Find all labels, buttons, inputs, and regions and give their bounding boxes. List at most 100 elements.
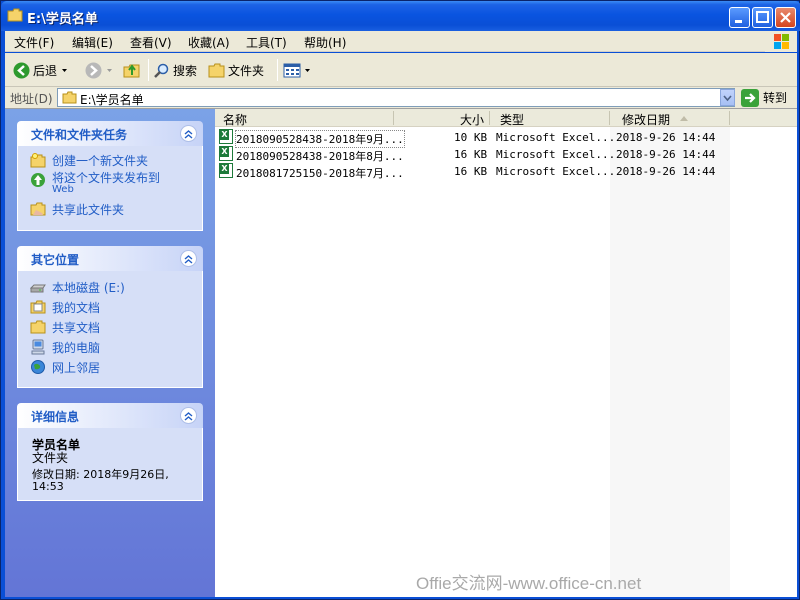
task-label: 创建一个新文件夹 (52, 154, 149, 168)
network-icon (31, 360, 45, 374)
dropdown-arrow-icon (107, 68, 112, 72)
task-publish-web[interactable]: 将这个文件夹发布到 Web (30, 172, 160, 196)
excel-file-icon (219, 163, 233, 178)
up-folder-button[interactable] (123, 60, 141, 80)
collapse-chevron-icon[interactable] (180, 407, 197, 424)
search-icon (154, 63, 169, 78)
place-label: 我的文档 (52, 301, 101, 315)
excel-file-icon (219, 146, 233, 161)
file-name: 2018081725150-2018年7月... (236, 167, 404, 180)
tasks-panel: 文件和文件夹任务 创建一个新文件夹 将这个文件夹发布到 Web 共享此文件夹 (17, 121, 203, 231)
up-folder-icon (123, 64, 140, 78)
address-bar: 地址(D) E:\学员名单 转到 (5, 87, 797, 109)
new-folder-icon (30, 153, 46, 168)
collapse-chevron-icon[interactable] (180, 125, 197, 142)
file-list: 名称 大小 类型 修改日期 2018090528438-2018年9月... 1… (215, 109, 797, 597)
address-label: 地址(D) (10, 92, 53, 106)
chevron-down-icon (723, 95, 732, 102)
folders-icon (208, 63, 225, 77)
file-modified: 2018-9-26 14:44 (616, 165, 716, 178)
menu-tools[interactable]: 工具(T) (246, 34, 287, 51)
search-label: 搜索 (173, 63, 198, 78)
place-label: 网上邻居 (52, 361, 101, 375)
table-row[interactable]: 2018081725150-2018年7月... 16 KB Microsoft… (219, 163, 797, 180)
details-kind: 文件夹 (32, 451, 69, 465)
place-local-disk[interactable]: 本地磁盘 (E:) (30, 279, 125, 296)
dropdown-arrow-icon (305, 68, 310, 72)
task-share-folder[interactable]: 共享此文件夹 (30, 201, 124, 218)
details-body: 学员名单 文件夹 修改日期: 2018年9月26日, 14:53 (17, 428, 203, 501)
folders-button[interactable]: 文件夹 (208, 60, 264, 80)
close-button[interactable] (775, 7, 796, 28)
sorted-column-highlight (610, 127, 730, 597)
menu-bar: 文件(F) 编辑(E) 查看(V) 收藏(A) 工具(T) 帮助(H) (5, 31, 797, 52)
back-button[interactable]: 后退 (13, 60, 69, 80)
column-type[interactable]: 类型 (500, 111, 524, 128)
documents-icon (30, 300, 46, 314)
menu-file[interactable]: 文件(F) (14, 34, 54, 51)
folder-icon (7, 8, 23, 22)
place-label: 共享文档 (52, 321, 101, 335)
address-input[interactable]: E:\学员名单 (57, 88, 735, 107)
forward-button[interactable] (85, 60, 114, 80)
column-modified[interactable]: 修改日期 (622, 111, 670, 128)
column-name[interactable]: 名称 (223, 111, 247, 128)
place-shared-documents[interactable]: 共享文档 (30, 319, 100, 336)
column-header-row: 名称 大小 类型 修改日期 (215, 109, 797, 127)
forward-arrow-icon (85, 62, 102, 78)
file-name: 2018090528438-2018年8月... (236, 150, 404, 163)
back-label: 后退 (33, 63, 58, 78)
address-dropdown-button[interactable] (720, 89, 735, 106)
collapse-chevron-icon[interactable] (180, 250, 197, 267)
file-type: Microsoft Excel... (496, 165, 616, 178)
go-arrow-icon (741, 88, 759, 107)
maximize-icon (756, 11, 769, 23)
menu-help[interactable]: 帮助(H) (304, 34, 346, 51)
address-value: E:\学员名单 (80, 93, 144, 107)
menu-view[interactable]: 查看(V) (130, 34, 172, 51)
other-places-body: 本地磁盘 (E:) 我的文档 共享文档 我的电脑 网上邻居 (17, 271, 203, 388)
excel-file-icon (219, 129, 233, 144)
computer-icon (31, 339, 45, 355)
go-button[interactable]: 转到 (741, 88, 787, 107)
search-button[interactable]: 搜索 (153, 60, 197, 80)
place-network[interactable]: 网上邻居 (30, 359, 100, 376)
task-sublabel: Web (52, 184, 74, 195)
place-my-documents[interactable]: 我的文档 (30, 299, 100, 316)
details-header[interactable]: 详细信息 (17, 403, 203, 428)
place-label: 我的电脑 (52, 341, 101, 355)
task-label: 将这个文件夹发布到 (52, 171, 161, 185)
other-places-panel: 其它位置 本地磁盘 (E:) 我的文档 共享文档 我的电脑 网上邻居 (17, 246, 203, 388)
details-panel: 详细信息 学员名单 文件夹 修改日期: 2018年9月26日, 14:53 (17, 403, 203, 501)
place-label: 本地磁盘 (E:) (52, 281, 125, 295)
table-row[interactable]: 2018090528438-2018年9月... 10 KB Microsoft… (219, 129, 797, 148)
title-bar[interactable]: E:\学员名单 (1, 1, 800, 31)
other-places-header[interactable]: 其它位置 (17, 246, 203, 271)
file-name: 2018090528438-2018年9月... (235, 130, 405, 148)
go-label: 转到 (763, 91, 788, 105)
place-my-computer[interactable]: 我的电脑 (30, 339, 100, 356)
sort-ascending-icon (680, 116, 688, 121)
windows-logo-icon (765, 31, 797, 52)
publish-web-icon (31, 173, 45, 187)
close-icon (780, 12, 791, 23)
menu-favorites[interactable]: 收藏(A) (188, 34, 230, 51)
task-new-folder[interactable]: 创建一个新文件夹 (30, 152, 148, 169)
window-title: E:\学员名单 (27, 12, 98, 27)
tasks-panel-header[interactable]: 文件和文件夹任务 (17, 121, 203, 146)
maximize-button[interactable] (752, 7, 773, 28)
file-size: 10 KB (454, 131, 488, 144)
folder-icon (62, 91, 77, 104)
column-size[interactable]: 大小 (460, 111, 484, 128)
toolbar: 后退 搜索 文件夹 (5, 53, 797, 87)
task-label: 共享此文件夹 (52, 203, 125, 217)
file-type: Microsoft Excel... (496, 148, 616, 161)
menu-edit[interactable]: 编辑(E) (72, 34, 113, 51)
details-title: 详细信息 (31, 410, 80, 424)
other-places-title: 其它位置 (31, 253, 80, 267)
views-button[interactable] (283, 60, 311, 80)
minimize-icon (735, 20, 742, 23)
dropdown-arrow-icon[interactable] (60, 66, 69, 75)
table-row[interactable]: 2018090528438-2018年8月... 16 KB Microsoft… (219, 146, 797, 163)
minimize-button[interactable] (729, 7, 750, 28)
